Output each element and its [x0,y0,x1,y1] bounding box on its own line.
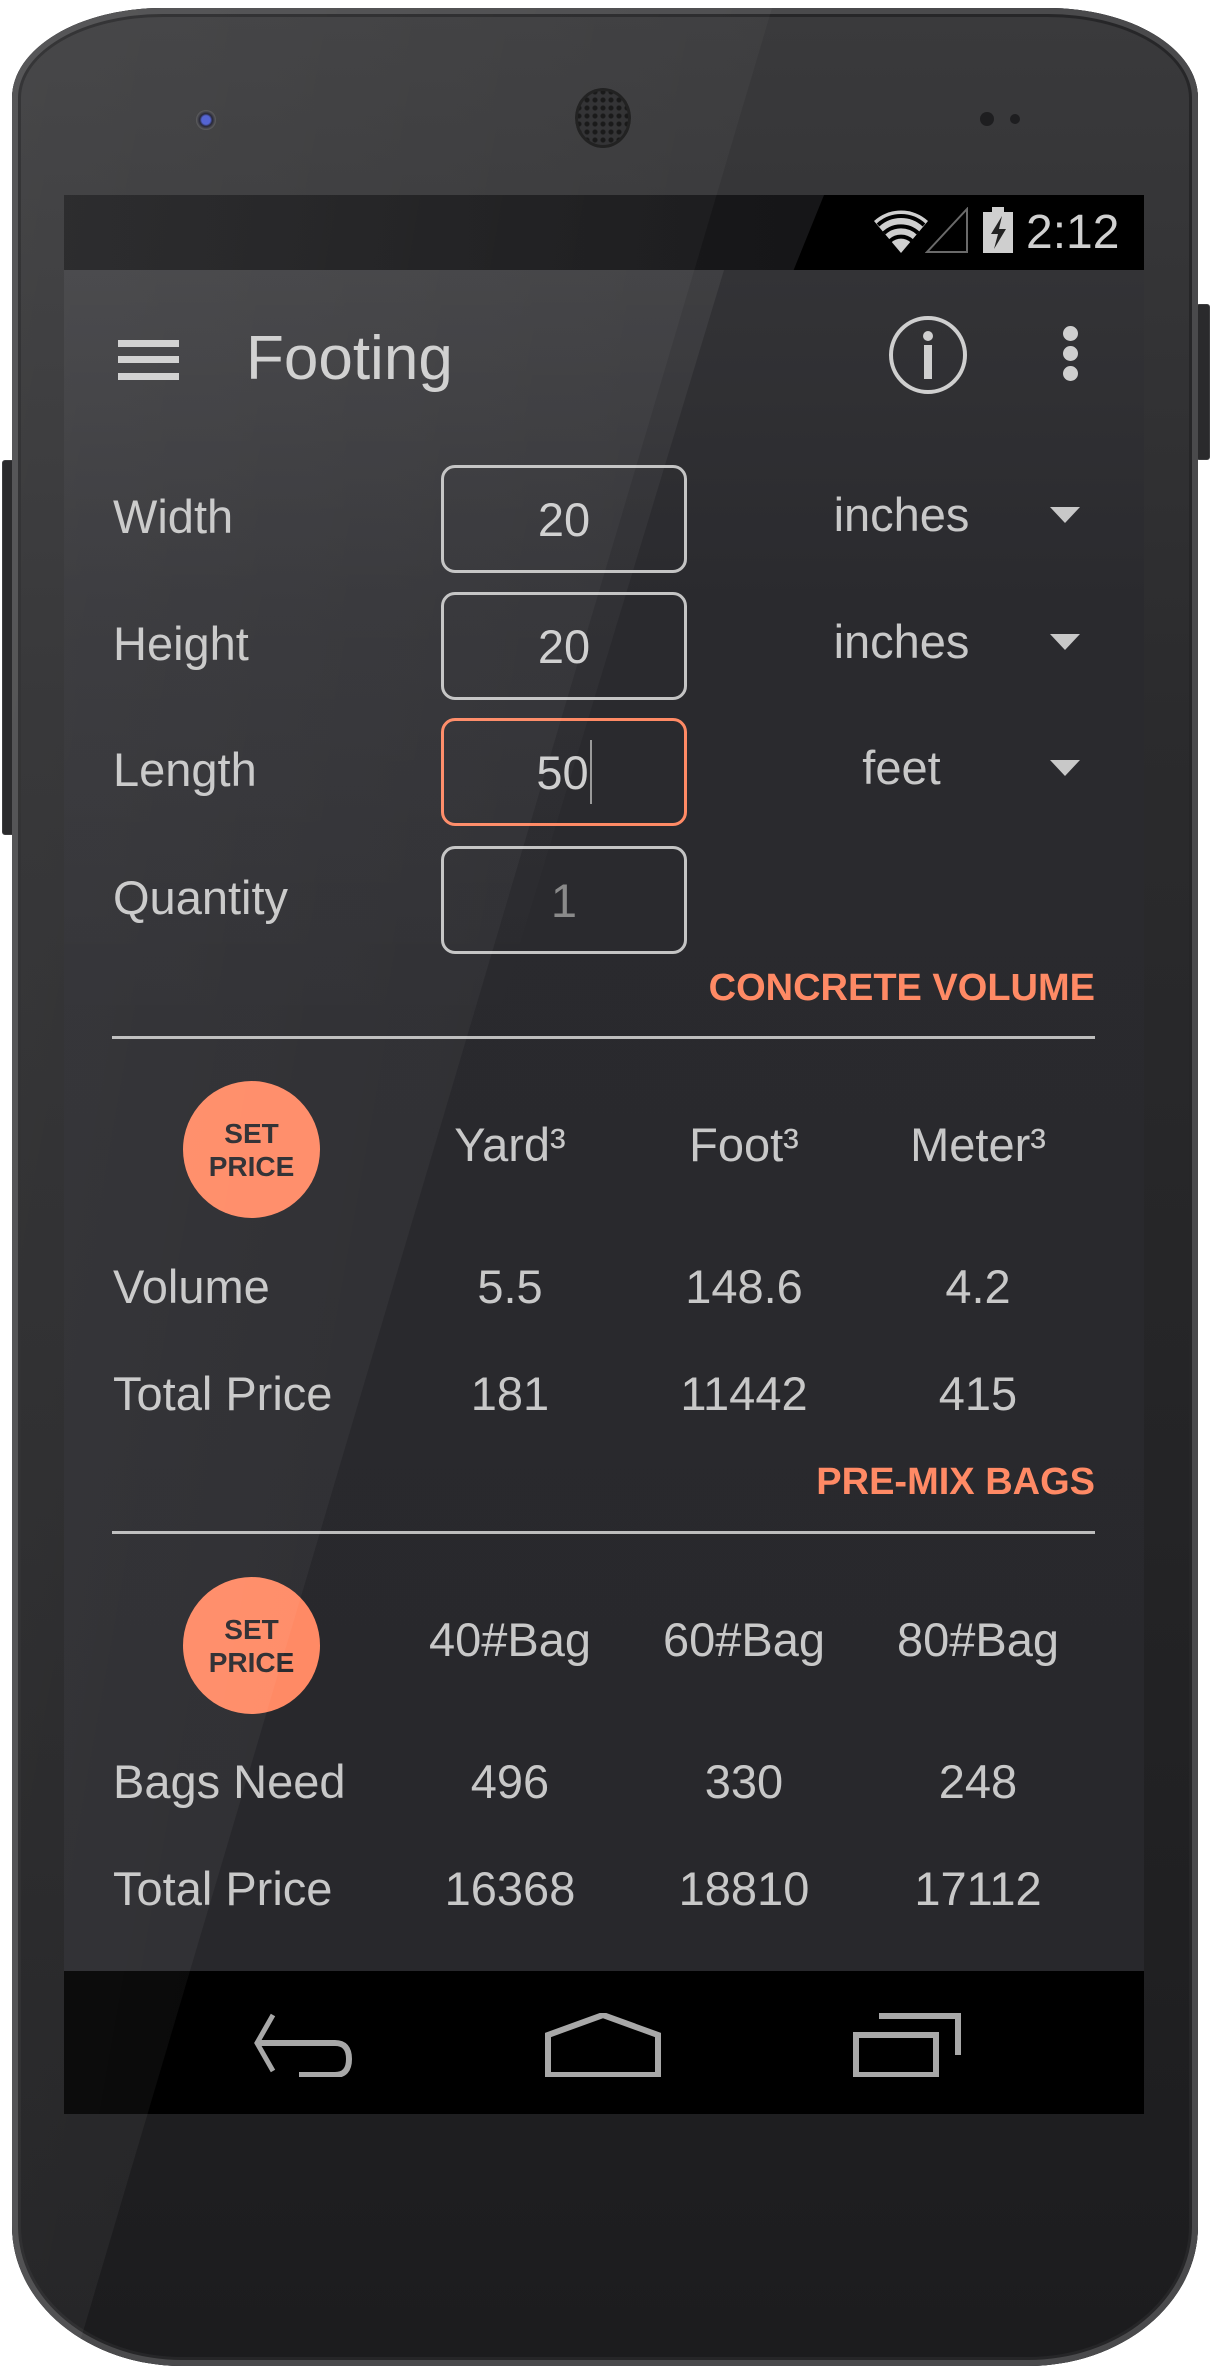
battery-charging-icon [983,207,1013,253]
volume-label: Volume [113,1260,270,1313]
bags-set-price-button[interactable]: SET PRICE [183,1577,320,1714]
bags-total-price-label: Total Price [113,1862,333,1915]
navigation-bar [64,1971,1144,2114]
info-icon[interactable] [887,314,969,396]
bags-need-label: Bags Need [113,1755,346,1808]
column-header-40-bag: 40#Bag [428,1613,592,1666]
dropdown-arrow-icon [1050,760,1080,776]
recents-icon[interactable] [853,2013,963,2077]
concrete-price-meter: 415 [938,1367,1018,1420]
width-label: Width [113,490,234,543]
height-row: Height 20 inches [64,592,1144,700]
set-price-line2: PRICE [208,1646,295,1678]
length-unit-dropdown[interactable]: feet [764,728,1104,812]
set-price-line1: SET [224,1613,279,1645]
bags-price-80: 17112 [914,1862,1042,1915]
height-unit-value: inches [833,615,970,668]
column-header-meter: Meter³ [910,1118,1046,1171]
quantity-label: Quantity [113,871,289,924]
divider [112,1531,1095,1534]
divider [112,1036,1095,1039]
width-row: Width 20 inches [64,465,1144,573]
light-sensor [1010,114,1020,124]
set-price-line1: SET [224,1117,279,1149]
screen: 2:12 Footing Width 20 inches Height 20 i… [64,195,1144,2114]
volume-meter: 4.2 [945,1260,1011,1313]
column-header-yard: Yard³ [454,1118,566,1171]
status-time: 2:12 [1026,206,1120,259]
concrete-price-foot: 11442 [680,1367,808,1420]
status-bar: 2:12 [64,195,1144,270]
column-header-foot: Foot³ [689,1118,799,1171]
bags-need-40: 496 [470,1755,550,1808]
height-unit-dropdown[interactable]: inches [764,602,1104,686]
quantity-row: Quantity 1 [64,846,1144,954]
width-value: 20 [537,492,591,546]
quantity-hint: 1 [550,873,578,927]
width-unit-dropdown[interactable]: inches [764,475,1104,559]
front-camera [196,110,216,130]
column-header-80-bag: 80#Bag [896,1613,1060,1666]
height-input[interactable]: 20 [441,592,687,700]
concrete-volume-title: CONCRETE VOLUME [708,967,1095,1009]
bags-price-60: 18810 [678,1862,810,1915]
length-label: Length [113,743,257,796]
quantity-input[interactable]: 1 [441,846,687,954]
length-unit-value: feet [862,741,941,794]
volume-yard: 5.5 [477,1260,543,1313]
width-input[interactable]: 20 [441,465,687,573]
power-button [1196,304,1210,460]
volume-foot: 148.6 [685,1260,803,1313]
length-row: Length 50 feet [64,718,1144,826]
height-value: 20 [537,619,591,673]
back-icon[interactable] [251,2013,361,2077]
earpiece-speaker [575,88,631,148]
concrete-price-yard: 181 [470,1367,550,1420]
proximity-sensor [980,112,994,126]
concrete-set-price-button[interactable]: SET PRICE [183,1081,320,1218]
hamburger-menu-icon[interactable] [118,340,179,380]
dropdown-arrow-icon [1050,507,1080,523]
bags-need-80: 248 [938,1755,1018,1808]
concrete-total-price-label: Total Price [113,1367,333,1420]
length-value: 50 [536,745,589,799]
dropdown-arrow-icon [1050,634,1080,650]
home-icon[interactable] [545,2013,661,2077]
height-label: Height [113,617,249,670]
signal-icon [925,207,968,253]
set-price-line2: PRICE [208,1150,295,1182]
page-title: Footing [246,324,453,393]
column-header-60-bag: 60#Bag [662,1613,826,1666]
bags-price-40: 16368 [444,1862,576,1915]
overflow-menu-icon[interactable] [1060,326,1084,384]
wifi-icon [874,210,928,253]
width-unit-value: inches [833,488,970,541]
length-input[interactable]: 50 [441,718,687,826]
bags-need-60: 330 [704,1755,784,1808]
text-cursor [589,740,592,804]
premix-bags-title: PRE-MIX BAGS [816,1461,1095,1503]
